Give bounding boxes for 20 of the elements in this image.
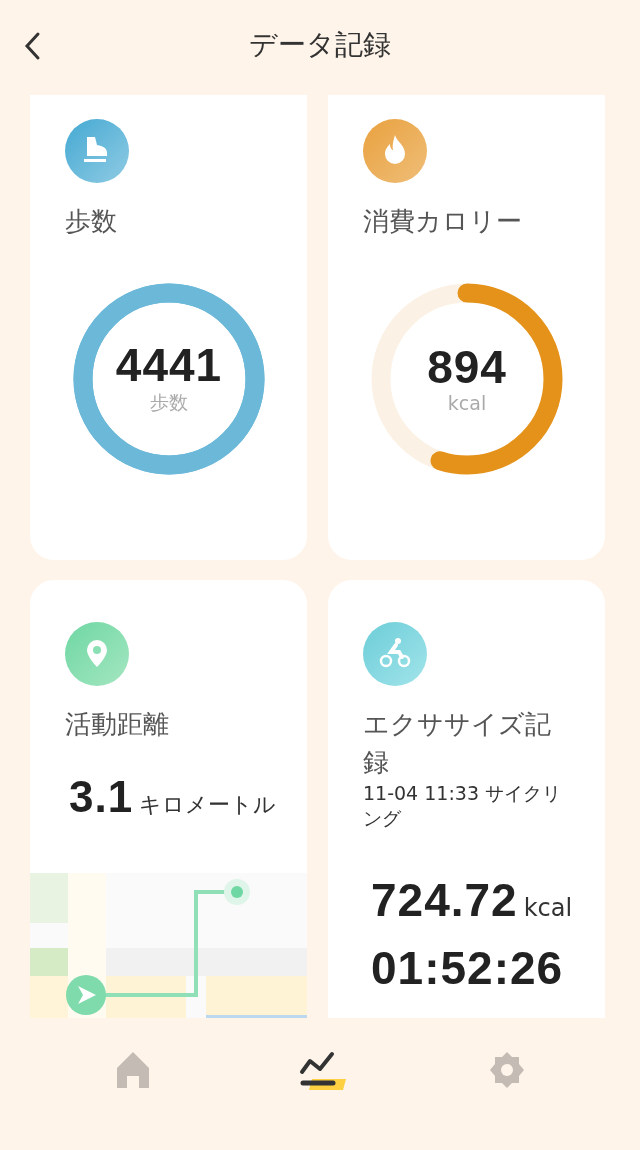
distance-value: 3.1 [69, 771, 134, 822]
distance-unit: キロメートル [139, 790, 277, 819]
metric-card[interactable]: エクササイズ記録 11-04 11:33 サイクリング 724.72 kcal 01:52:26 [328, 580, 605, 1018]
card-title: 歩数 [65, 205, 118, 238]
calories-unit: kcal [523, 893, 573, 922]
page-title: データ記録 [249, 27, 391, 63]
card-title: 活動距離 [65, 708, 170, 741]
duration-value: 01:52:26 [371, 940, 565, 995]
ring-value: 894 [427, 343, 507, 390]
ring-unit: kcal [447, 391, 487, 414]
ring-value: 4441 [115, 341, 223, 388]
calories-value: 724.72 [371, 872, 518, 927]
metric-card[interactable]: 歩数 4441 歩数 [30, 95, 307, 560]
ring-unit: 歩数 [150, 389, 188, 415]
card-title: 消費カロリー [363, 205, 523, 238]
card-title: エクササイズ記録 [363, 708, 552, 779]
back-icon [23, 31, 41, 61]
exercise-subtitle: 11-04 11:33 サイクリング [363, 781, 563, 831]
metric-card[interactable]: 消費カロリー 894 kcal [328, 95, 605, 560]
metric-card[interactable]: 活動距離 3.1 キロメートル [30, 580, 307, 1018]
